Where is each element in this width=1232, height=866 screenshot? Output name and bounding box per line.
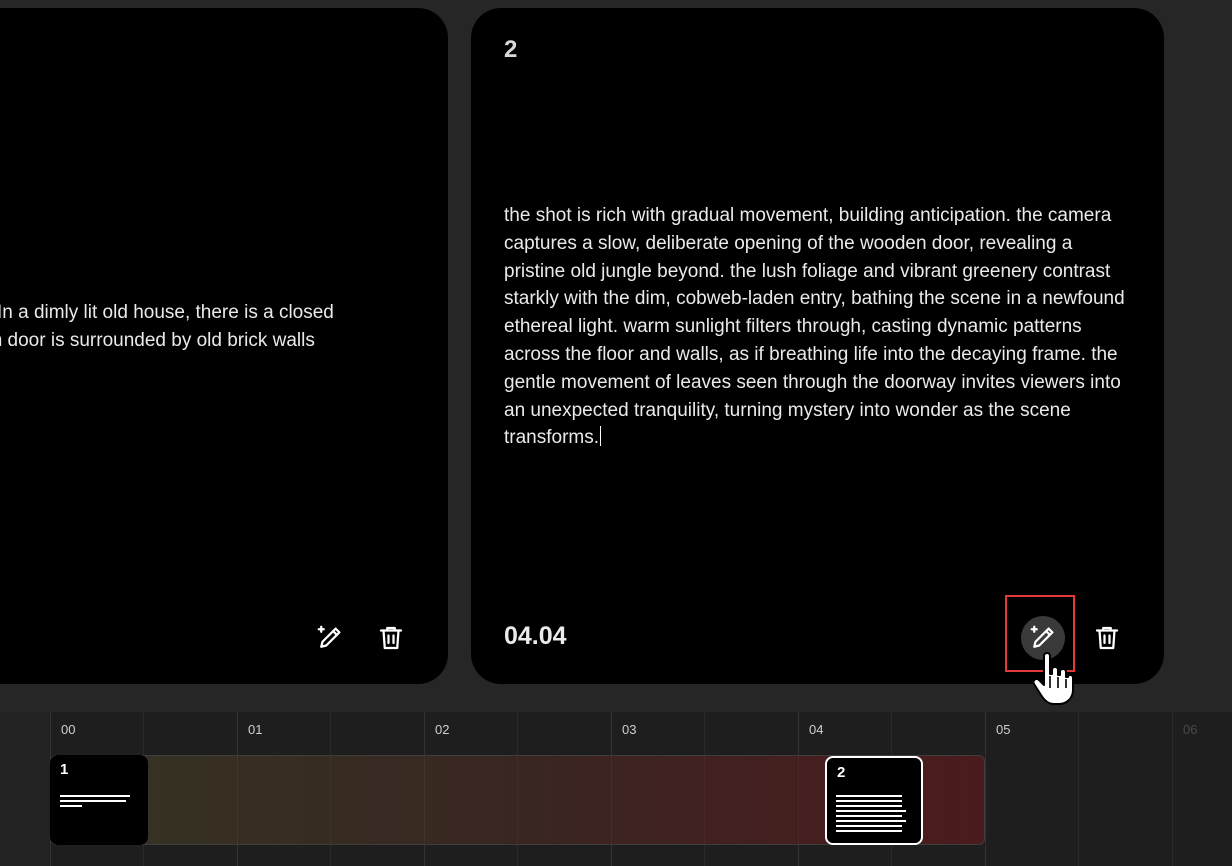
card-1-prompt-text[interactable]: hot. In a dimly lit old house, there is … <box>0 299 440 355</box>
timeline-gutter <box>0 712 51 866</box>
text-lines-icon <box>836 795 906 835</box>
clip-number: 2 <box>837 764 846 781</box>
trash-icon <box>1095 626 1119 650</box>
card-2-text: the shot is rich with gradual movement, … <box>504 205 1125 449</box>
magic-pencil-icon <box>317 625 341 648</box>
magic-pencil-icon <box>1030 625 1054 648</box>
tick-label: 06 <box>1183 722 1198 737</box>
tick-label: 02 <box>435 722 450 737</box>
tick-line <box>1078 712 1079 866</box>
card-1-delete-button[interactable] <box>369 616 413 660</box>
tick-label: 04 <box>809 722 824 737</box>
text-lines-icon <box>60 795 130 810</box>
card-1-edit-button[interactable] <box>308 616 352 660</box>
card-1-text-line: oden door is surrounded by old brick wal… <box>0 329 315 351</box>
card-index: 2 <box>504 36 518 63</box>
card-2-prompt-text[interactable]: the shot is rich with gradual movement, … <box>504 202 1134 452</box>
hand-cursor-icon <box>1032 652 1074 705</box>
trash-icon <box>379 626 403 650</box>
tick-label: 03 <box>622 722 637 737</box>
tick-label: 01 <box>248 722 263 737</box>
prompt-card-2[interactable]: 2 the shot is rich with gradual movement… <box>471 8 1164 684</box>
tick-label: 00 <box>61 722 76 737</box>
prompt-card-1[interactable]: hot. In a dimly lit old house, there is … <box>0 8 448 684</box>
tick-label: 05 <box>996 722 1011 737</box>
card-timestamp: 04.04 <box>504 622 567 650</box>
text-caret <box>600 426 602 447</box>
timeline-clip-1[interactable]: 1 <box>50 755 148 845</box>
tick-line <box>985 712 986 866</box>
clip-number: 1 <box>60 761 69 778</box>
card-2-delete-button[interactable] <box>1085 616 1129 660</box>
timeline[interactable]: 00 01 02 03 04 05 06 1 2 <box>0 712 1232 866</box>
card-1-text-line: hot. In a dimly lit old house, there is … <box>0 302 334 323</box>
timeline-clip-2[interactable]: 2 <box>825 756 923 845</box>
tick-line <box>1172 712 1173 866</box>
